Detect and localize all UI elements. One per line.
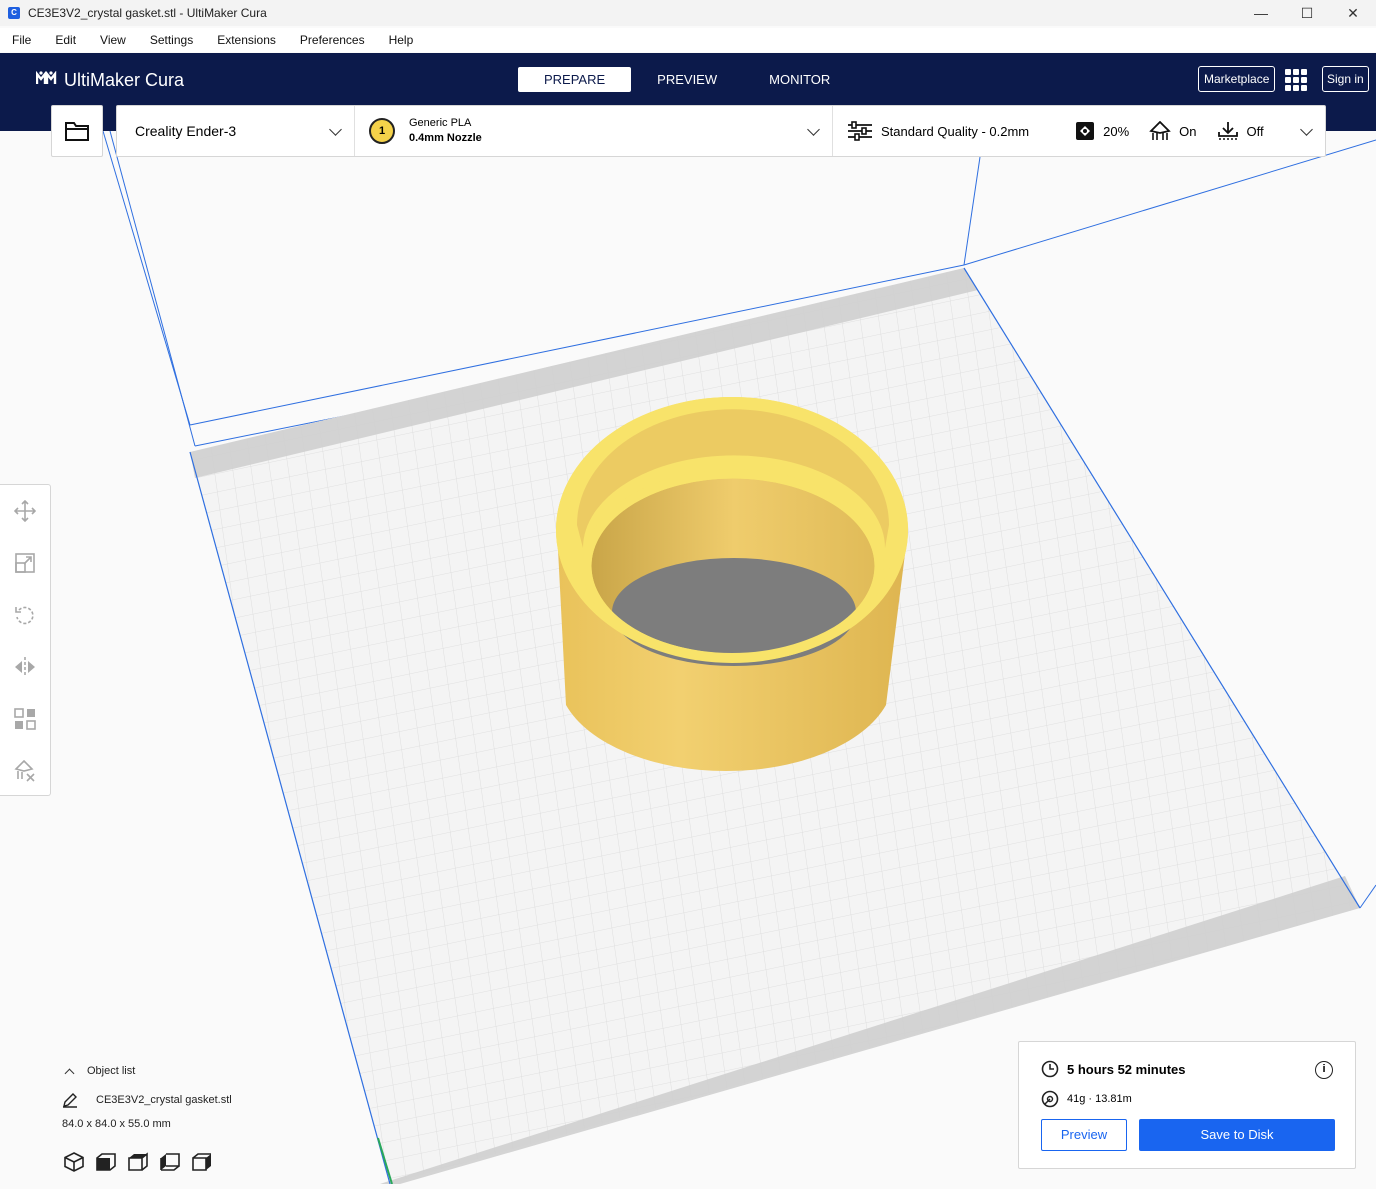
chevron-up-icon xyxy=(64,1068,75,1078)
info-icon[interactable]: i xyxy=(1315,1061,1333,1079)
sliders-icon xyxy=(848,121,872,141)
menu-help[interactable]: Help xyxy=(377,33,426,47)
window-title: CE3E3V2_crystal gasket.stl - UltiMaker C… xyxy=(28,6,267,20)
nozzle-size: 0.4mm Nozzle xyxy=(409,132,482,144)
menu-file[interactable]: File xyxy=(0,33,43,47)
print-summary-panel: 5 hours 52 minutes i 41g · 13.81m Previe… xyxy=(1018,1041,1356,1169)
3d-viewport[interactable] xyxy=(0,130,1376,1185)
open-file-button[interactable] xyxy=(51,105,103,157)
folder-icon xyxy=(65,122,89,141)
object-list-panel: Object list CE3E3V2_crystal gasket.stl 8… xyxy=(62,1062,362,1174)
print-time: 5 hours 52 minutes xyxy=(1067,1061,1186,1077)
sign-in-button[interactable]: Sign in xyxy=(1322,66,1369,92)
close-icon[interactable]: ✕ xyxy=(1330,0,1376,26)
gasket-model[interactable] xyxy=(556,397,908,800)
adhesion-value: Off xyxy=(1246,123,1264,139)
support-blocker-icon[interactable] xyxy=(13,759,37,783)
tab-preview[interactable]: PREVIEW xyxy=(631,67,743,92)
adhesion-icon xyxy=(1217,122,1238,140)
menu-view[interactable]: View xyxy=(88,33,138,47)
ultimaker-logo: UltiMaker Cura xyxy=(35,70,185,91)
menu-edit[interactable]: Edit xyxy=(43,33,88,47)
stage-tabs: PREPARE PREVIEW MONITOR xyxy=(518,67,856,92)
extruder-badge: 1 xyxy=(369,118,395,144)
object-list-label: Object list xyxy=(87,1065,136,1077)
3d-view-icon[interactable] xyxy=(62,1150,86,1174)
infill-icon xyxy=(1076,122,1095,140)
applications-grid-icon[interactable] xyxy=(1285,69,1307,91)
top-view-icon[interactable] xyxy=(126,1150,150,1174)
chevron-down-icon xyxy=(807,123,820,136)
printer-name: Creality Ender-3 xyxy=(135,123,237,139)
chevron-down-icon xyxy=(329,123,342,136)
material-name: Generic PLA xyxy=(409,117,472,129)
print-time-row: 5 hours 52 minutes xyxy=(1041,1060,1185,1078)
object-list-toggle[interactable]: Object list xyxy=(62,1062,362,1080)
logo-text: UltiMaker Cura xyxy=(64,70,185,90)
support-icon xyxy=(1149,121,1171,140)
menu-bar: File Edit View Settings Extensions Prefe… xyxy=(0,28,1376,52)
object-name: CE3E3V2_crystal gasket.stl xyxy=(96,1094,232,1106)
preview-button[interactable]: Preview xyxy=(1041,1119,1127,1151)
infill-value: 20% xyxy=(1103,123,1130,139)
chevron-down-icon xyxy=(1300,123,1313,136)
minimize-icon[interactable]: — xyxy=(1238,0,1284,26)
scale-tool-icon[interactable] xyxy=(13,551,37,575)
per-model-settings-icon[interactable] xyxy=(13,707,37,731)
material-selector[interactable]: 1 Generic PLA 0.4mm Nozzle xyxy=(355,106,833,156)
tool-panel xyxy=(0,484,51,796)
tab-monitor[interactable]: MONITOR xyxy=(743,67,856,92)
support-value: On xyxy=(1179,123,1197,139)
marketplace-button[interactable]: Marketplace xyxy=(1198,66,1276,92)
right-view-icon[interactable] xyxy=(190,1150,214,1174)
move-tool-icon[interactable] xyxy=(13,499,37,523)
printer-selector[interactable]: Creality Ender-3 xyxy=(117,106,355,156)
maximize-icon[interactable]: ☐ xyxy=(1284,0,1330,26)
menu-extensions[interactable]: Extensions xyxy=(205,33,288,47)
save-to-disk-button[interactable]: Save to Disk xyxy=(1139,1119,1335,1151)
tab-prepare[interactable]: PREPARE xyxy=(518,67,632,92)
material-usage-row: 41g · 13.81m xyxy=(1041,1090,1132,1108)
object-list-item[interactable]: CE3E3V2_crystal gasket.stl xyxy=(62,1092,362,1108)
left-view-icon[interactable] xyxy=(158,1150,182,1174)
quality-profile: Standard Quality - 0.2mm xyxy=(881,123,1030,139)
print-setup-bar: Creality Ender-3 1 Generic PLA 0.4mm Noz… xyxy=(116,105,1326,157)
menu-settings[interactable]: Settings xyxy=(138,33,205,47)
material-usage: 41g · 13.81m xyxy=(1067,1093,1132,1105)
spool-icon xyxy=(1041,1090,1059,1108)
cura-app-icon: C xyxy=(8,7,20,19)
clock-icon xyxy=(1041,1060,1059,1078)
window-title-bar: C CE3E3V2_crystal gasket.stl - UltiMaker… xyxy=(0,0,1376,26)
mirror-tool-icon[interactable] xyxy=(13,655,37,679)
rotate-tool-icon[interactable] xyxy=(13,603,37,627)
front-view-icon[interactable] xyxy=(94,1150,118,1174)
menu-preferences[interactable]: Preferences xyxy=(288,33,377,47)
ultimaker-logo-icon xyxy=(35,70,58,90)
pencil-icon xyxy=(63,1093,77,1108)
camera-view-buttons xyxy=(62,1150,362,1174)
build-volume-scene xyxy=(102,130,1376,1185)
print-settings-selector[interactable]: Standard Quality - 0.2mm 20% On Off xyxy=(833,106,1325,156)
object-dimensions: 84.0 x 84.0 x 55.0 mm xyxy=(62,1118,171,1130)
